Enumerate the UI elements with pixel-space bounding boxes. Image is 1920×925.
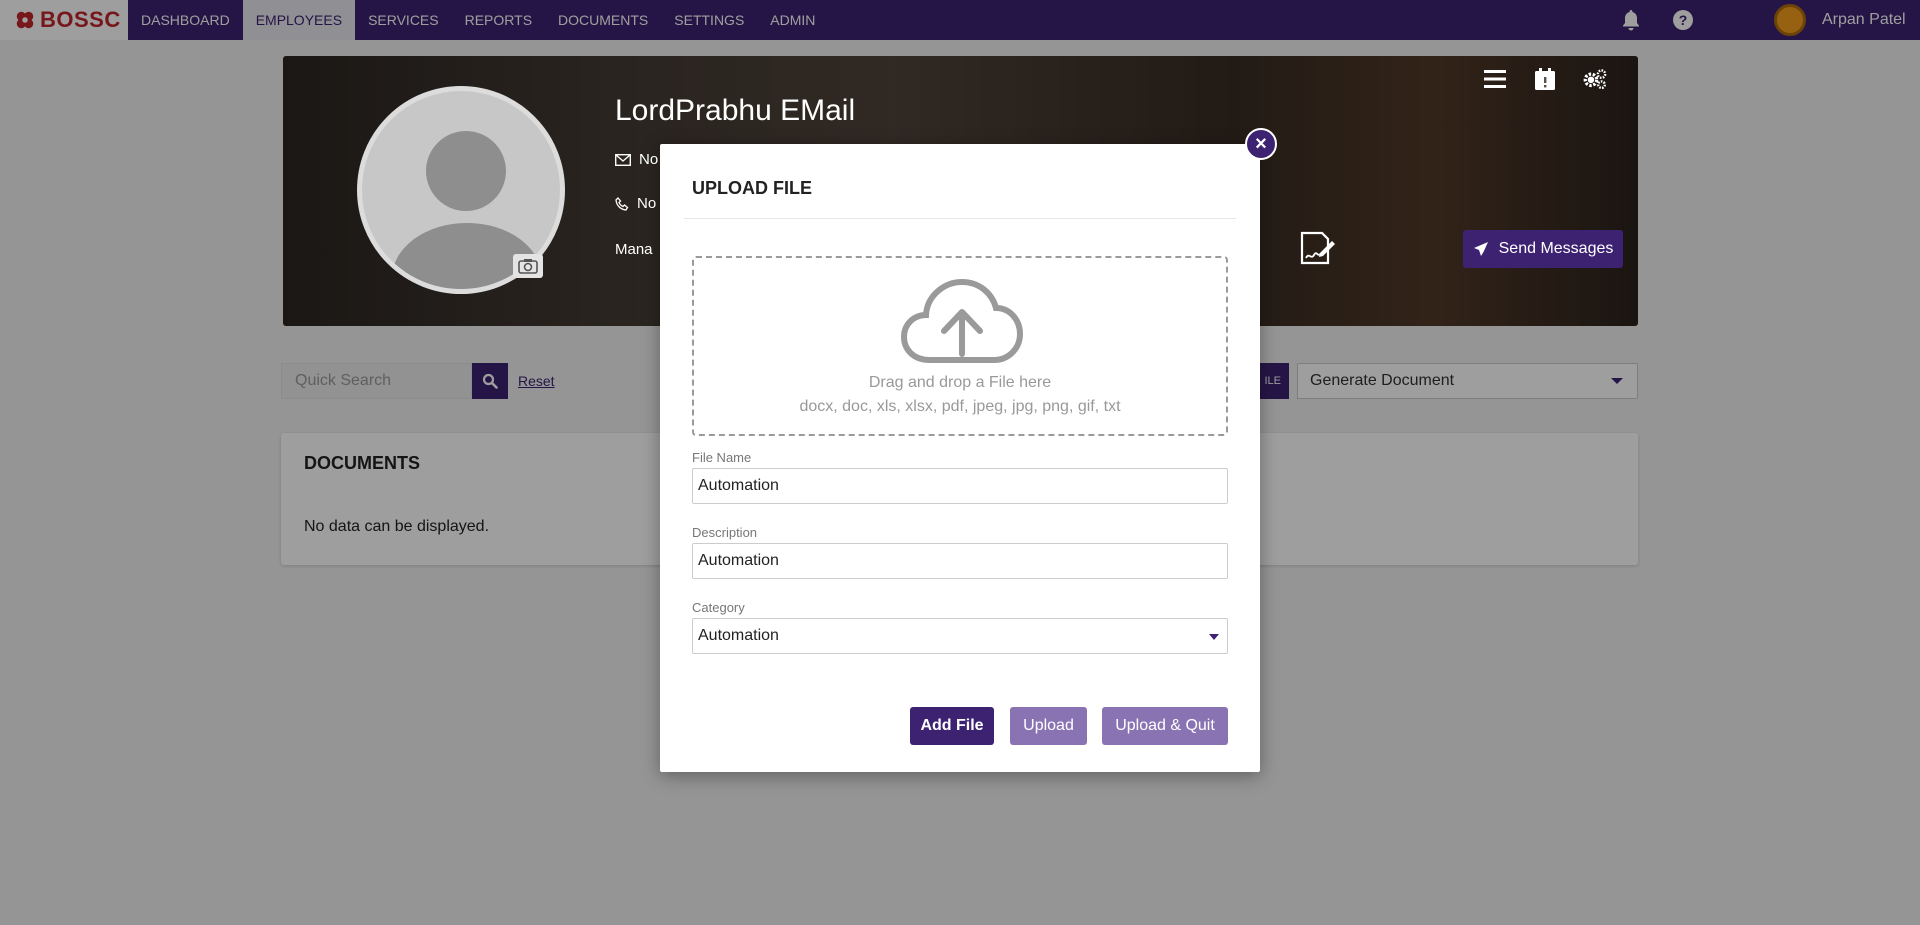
calendar-icon[interactable] [1532,66,1558,92]
file-name-input[interactable]: Automation [692,468,1228,504]
modal-divider [684,218,1236,219]
category-value: Automation [698,627,779,644]
manager-line: Mana [615,241,653,258]
banner-tools [1482,66,1608,92]
signature-icon[interactable] [1298,231,1338,272]
description-label: Description [692,525,758,540]
allowed-file-types: docx, doc, xls, xlsx, pdf, jpeg, jpg, pn… [799,398,1121,415]
avatar-head [426,131,506,211]
close-modal-button[interactable]: × [1245,128,1277,160]
category-label: Category [692,600,745,615]
add-file-button[interactable]: Add File [910,707,994,745]
camera-icon[interactable] [513,254,543,278]
profile-name: LordPrabhu EMail [615,94,856,127]
send-messages-button[interactable]: Send Messages [1463,230,1623,268]
modal-title: UPLOAD FILE [692,178,812,198]
file-name-label: File Name [692,450,752,465]
caret-down-icon [1209,634,1219,640]
cloud-upload-icon [900,278,1024,363]
drop-instructions: Drag and drop a File here [868,374,1052,391]
description-input[interactable]: Automation [692,543,1228,579]
gears-icon[interactable] [1582,66,1608,92]
paper-plane-icon [1473,242,1488,256]
upload-file-modal: UPLOAD FILE Drag and drop a File here do… [660,144,1260,772]
email-line: No [615,151,658,168]
phone-icon [615,196,629,211]
list-icon[interactable] [1482,66,1508,92]
envelope-icon [615,153,631,166]
send-messages-label: Send Messages [1498,240,1614,257]
phone-line: No [615,195,656,212]
category-select[interactable]: Automation [692,618,1228,654]
phone-text: No [637,195,657,212]
email-text: No [639,151,659,168]
upload-and-quit-button[interactable]: Upload & Quit [1102,707,1228,745]
file-dropzone[interactable]: Drag and drop a File here docx, doc, xls… [692,256,1228,436]
upload-button[interactable]: Upload [1010,707,1087,745]
manager-text: Mana [615,241,653,258]
